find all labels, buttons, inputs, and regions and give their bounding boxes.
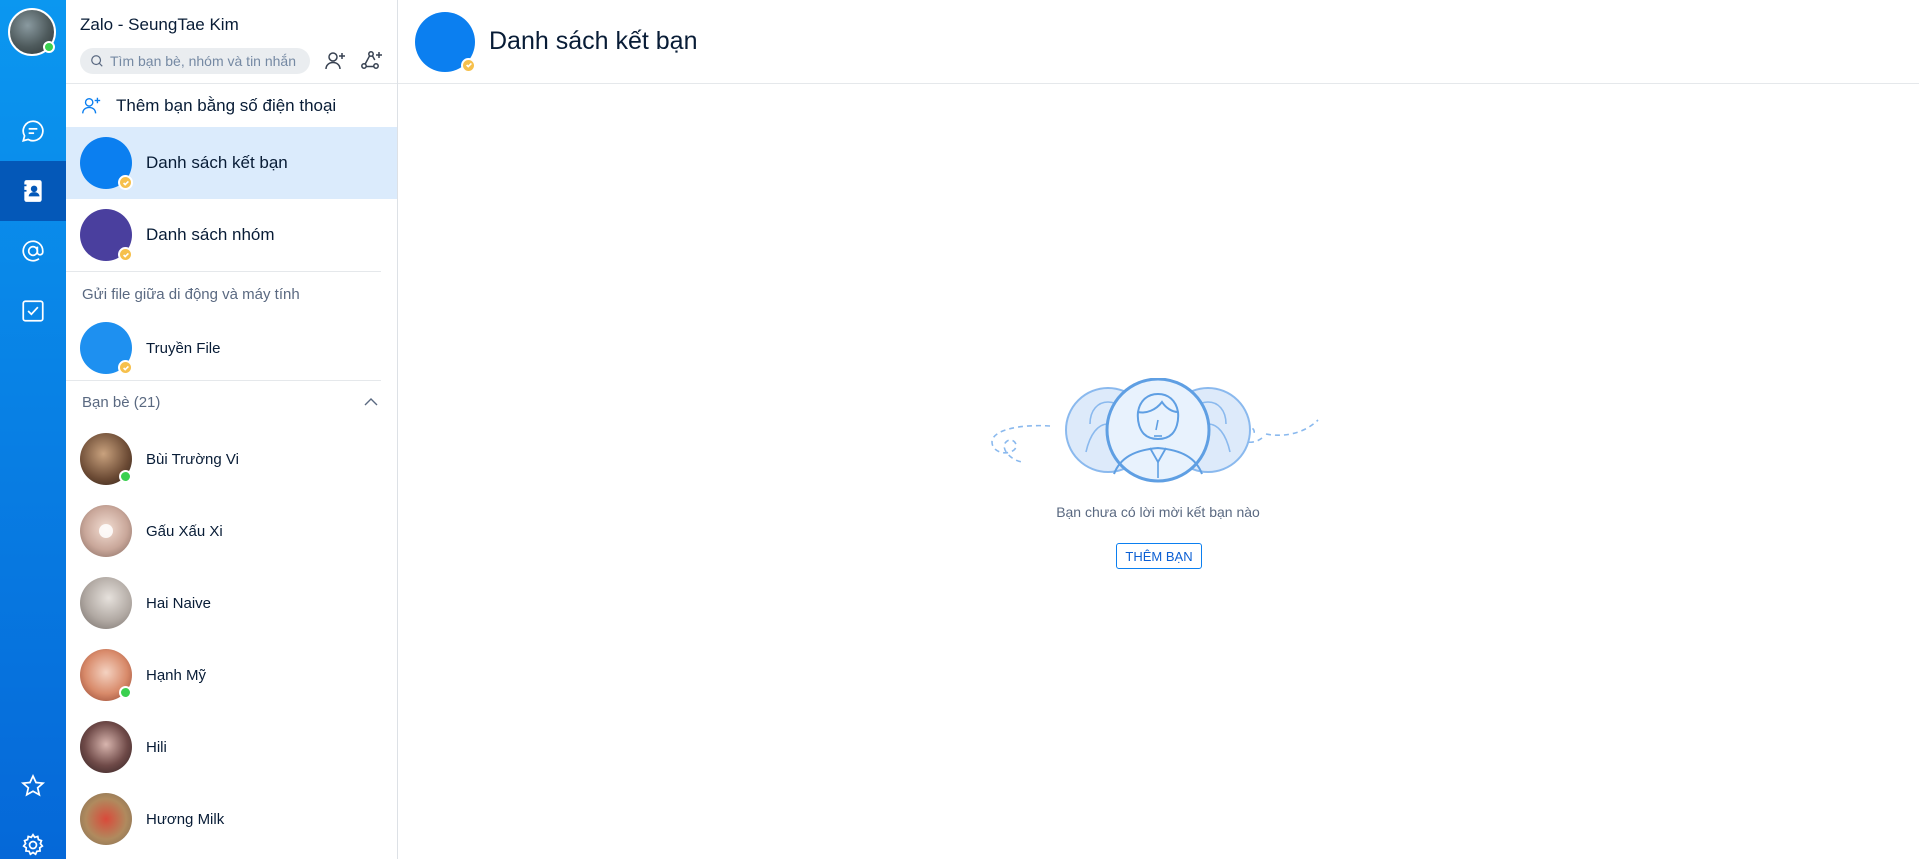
rail-contacts-button[interactable] xyxy=(0,161,66,221)
star-icon xyxy=(20,773,46,797)
search-icon xyxy=(91,55,103,67)
nav-rail xyxy=(0,0,66,859)
chevron-up-icon xyxy=(364,398,378,406)
online-indicator xyxy=(43,41,55,53)
rail-star-button[interactable] xyxy=(0,756,66,816)
file-transfer-label: Truyền File xyxy=(146,339,221,357)
friend-name: Gấu Xấu Xi xyxy=(146,522,223,540)
verified-badge xyxy=(461,57,476,73)
main-header: Danh sách kết bạn xyxy=(398,0,1919,84)
empty-state-text: Bạn chưa có lời mời kết bạn nào xyxy=(1056,504,1260,520)
friend-requests-avatar xyxy=(80,137,133,190)
add-by-phone-label: Thêm bạn bằng số điện thoại xyxy=(116,95,337,115)
avatar xyxy=(80,505,132,557)
add-user-icon xyxy=(82,97,101,113)
rail-settings-button[interactable] xyxy=(0,815,66,859)
mention-icon xyxy=(22,240,44,262)
rail-mention-button[interactable] xyxy=(0,221,66,281)
contacts-icon xyxy=(23,180,42,202)
app-title: Zalo - SeungTae Kim xyxy=(80,15,239,34)
search-input[interactable] xyxy=(110,53,306,69)
verified-badge xyxy=(118,247,133,262)
sidebar-header: Zalo - SeungTae Kim xyxy=(66,0,397,84)
page-title: Danh sách kết bạn xyxy=(489,27,698,55)
friend-name: Hạnh Mỹ xyxy=(146,666,207,684)
menu-label: Danh sách nhóm xyxy=(146,225,275,244)
menu-group-list[interactable]: Danh sách nhóm xyxy=(66,199,397,271)
main-panel: Danh sách kết bạn Bạn chưa có lời mời kế… xyxy=(398,0,1919,859)
avatar-sticker xyxy=(99,524,113,538)
file-transfer-item[interactable]: Truyền File xyxy=(66,316,397,380)
todo-icon xyxy=(22,300,44,322)
contacts-sidebar: Zalo - SeungTae Kim Th xyxy=(66,0,398,859)
add-user-icon xyxy=(813,11,851,50)
avatar xyxy=(80,649,132,701)
file-transfer-avatar xyxy=(80,322,133,375)
friend-name: Bùi Trường Vi xyxy=(146,450,239,468)
menu-label: Danh sách kết bạn xyxy=(146,153,288,172)
friend-row[interactable]: Hili xyxy=(66,711,397,783)
friend-name: Hai Naive xyxy=(146,594,212,612)
friend-row[interactable]: Hạnh Mỹ xyxy=(66,639,397,711)
friend-row[interactable]: Gấu Xấu Xi xyxy=(66,495,397,567)
settings-icon xyxy=(22,833,44,856)
add-by-phone-row[interactable]: Thêm bạn bằng số điện thoại xyxy=(66,84,397,127)
user-avatar[interactable] xyxy=(8,8,56,56)
add-friend-button[interactable] xyxy=(320,46,350,76)
chat-icon xyxy=(22,120,44,142)
avatar xyxy=(80,721,132,773)
online-indicator xyxy=(119,470,132,483)
friends-count-label: Bạn bè (21) xyxy=(82,393,161,411)
rail-chat-button[interactable] xyxy=(0,101,66,161)
friend-row[interactable]: Hương Milk xyxy=(66,783,397,855)
group-list-avatar xyxy=(80,209,133,262)
zalo-window: Zalo - SeungTae Kim Th xyxy=(0,0,1919,859)
file-transfer-caption: Gửi file giữa di động và máy tính xyxy=(82,285,300,303)
create-group-button[interactable] xyxy=(356,46,386,76)
verified-badge xyxy=(118,360,133,375)
empty-friends-illustration xyxy=(991,378,1319,483)
avatar xyxy=(80,793,132,845)
avatar xyxy=(80,577,132,629)
friend-row[interactable]: Bùi Trường Vi xyxy=(66,423,397,495)
add-user-icon xyxy=(325,52,345,70)
rail-todo-button[interactable] xyxy=(0,281,66,341)
friend-row[interactable]: Hai Naive xyxy=(66,567,397,639)
menu-friend-requests[interactable]: Danh sách kết bạn xyxy=(66,127,397,199)
friend-name: Hili xyxy=(146,738,167,756)
online-indicator xyxy=(119,686,132,699)
create-group-icon xyxy=(361,51,382,69)
header-avatar xyxy=(415,11,851,73)
avatar xyxy=(80,433,132,485)
friends-section-header[interactable]: Bạn bè (21) xyxy=(66,381,397,423)
search-box[interactable] xyxy=(80,48,310,74)
friend-name: Hương Milk xyxy=(146,810,225,828)
verified-badge xyxy=(118,175,133,190)
add-friend-button[interactable]: THÊM BẠN xyxy=(1116,543,1202,569)
